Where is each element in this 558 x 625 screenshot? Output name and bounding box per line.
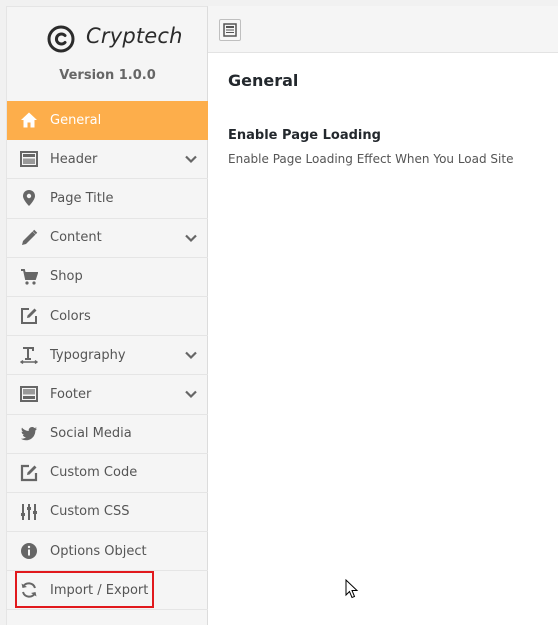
panel-toggle-button[interactable] xyxy=(219,19,241,41)
chevron-down-icon[interactable] xyxy=(184,152,198,166)
refresh-icon xyxy=(20,581,38,599)
panel-toggle-icon xyxy=(223,23,237,37)
sidebar-item-label: Custom CSS xyxy=(50,504,130,520)
sidebar-item-label: Page Title xyxy=(50,190,114,206)
sidebar-item-label: Header xyxy=(50,151,98,167)
sidebar-item-label: Import / Export xyxy=(50,582,149,598)
sidebar-item-custom-css[interactable]: Custom CSS xyxy=(7,493,208,533)
main-content: General Enable Page Loading Enable Page … xyxy=(208,53,558,625)
sidebar-item-footer[interactable]: Footer xyxy=(7,375,208,415)
cart-icon xyxy=(20,268,38,286)
sidebar-item-label: Colors xyxy=(50,308,91,324)
sidebar: Cryptech Version 1.0.0 General Header Pa… xyxy=(6,6,208,625)
chevron-down-icon[interactable] xyxy=(184,387,198,401)
sidebar-item-options-object[interactable]: Options Object xyxy=(7,532,208,572)
home-icon xyxy=(20,111,38,129)
edit-square-icon xyxy=(20,307,38,325)
version-label: Version 1.0.0 xyxy=(59,68,156,83)
sidebar-item-label: Footer xyxy=(50,386,92,402)
pencil-icon xyxy=(20,229,38,247)
sidebar-item-label: Options Object xyxy=(50,543,147,559)
mouse-cursor-icon xyxy=(345,579,359,599)
sidebar-item-label: Social Media xyxy=(50,426,132,442)
sidebar-item-content[interactable]: Content xyxy=(7,219,208,258)
copyright-c-icon xyxy=(47,25,75,53)
twitter-icon xyxy=(20,425,38,443)
sidebar-item-label: Shop xyxy=(50,269,83,285)
field-title: Enable Page Loading xyxy=(228,128,381,143)
brand: Cryptech Version 1.0.0 xyxy=(7,7,208,101)
toolbar xyxy=(208,6,558,53)
options-panel: Cryptech Version 1.0.0 General Header Pa… xyxy=(0,0,558,625)
sliders-icon xyxy=(20,503,38,521)
chevron-down-icon[interactable] xyxy=(184,348,198,362)
sidebar-item-label: General xyxy=(50,112,102,128)
sidebar-item-social-media[interactable]: Social Media xyxy=(7,415,208,454)
field-description: Enable Page Loading Effect When You Load… xyxy=(228,152,514,166)
chevron-down-icon[interactable] xyxy=(184,231,198,245)
info-circle-icon xyxy=(20,542,38,560)
section-title: General xyxy=(228,71,299,90)
map-pin-icon xyxy=(20,189,38,207)
brand-name: Cryptech xyxy=(86,24,183,48)
text-height-icon xyxy=(20,346,38,365)
sidebar-item-general[interactable]: General xyxy=(7,101,208,141)
sidebar-menu: General Header Page Title Content Shop C… xyxy=(7,101,208,611)
sidebar-item-header[interactable]: Header xyxy=(7,140,208,180)
sidebar-item-typography[interactable]: Typography xyxy=(7,336,208,376)
layout-icon xyxy=(20,385,38,403)
sidebar-item-shop[interactable]: Shop xyxy=(7,258,208,297)
sidebar-item-custom-code[interactable]: Custom Code xyxy=(7,454,208,493)
sidebar-item-label: Content xyxy=(50,230,102,246)
layout-icon xyxy=(20,150,38,168)
edit-square-icon xyxy=(20,464,38,482)
sidebar-item-label: Custom Code xyxy=(50,465,138,481)
sidebar-item-colors[interactable]: Colors xyxy=(7,297,208,337)
sidebar-item-import-export[interactable]: Import / Export xyxy=(7,571,208,611)
sidebar-item-label: Typography xyxy=(50,347,126,363)
sidebar-item-page-title[interactable]: Page Title xyxy=(7,179,208,219)
